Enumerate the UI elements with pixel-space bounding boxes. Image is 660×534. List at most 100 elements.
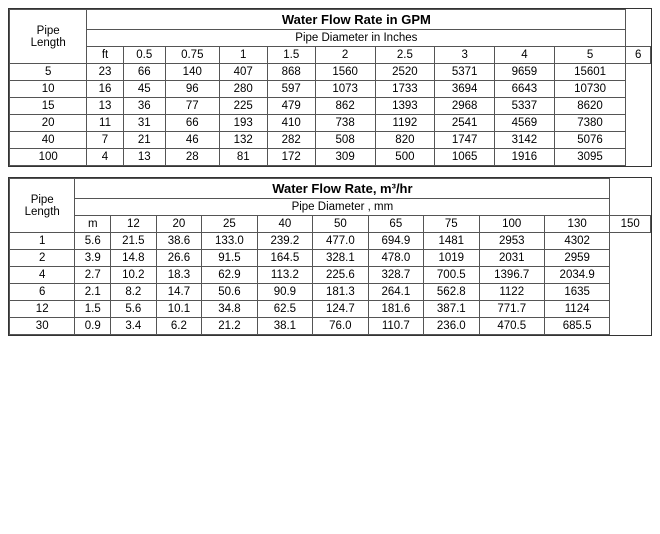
- table1-row-3-val-3: 193: [219, 115, 267, 132]
- table1-row-5-val-9: 3095: [554, 149, 625, 166]
- table2-row-1-val-3: 91.5: [202, 250, 257, 267]
- table2-cols-row: m12202540506575100130150: [10, 216, 651, 233]
- table1-row-4-val-8: 3142: [495, 132, 555, 149]
- table2-row-5-val-8: 470.5: [479, 318, 544, 335]
- table1-row-4-val-5: 508: [315, 132, 375, 149]
- table-row: 1004132881172309500106519163095: [10, 149, 651, 166]
- table1-row-4-val-4: 282: [267, 132, 315, 149]
- table2-row-4-val-4: 62.5: [257, 301, 312, 318]
- table2-row-3-val-4: 90.9: [257, 284, 312, 301]
- table-row: 10164596280597107317333694664310730: [10, 81, 651, 98]
- table1-row-0-val-1: 66: [123, 64, 165, 81]
- table2-row-4-val-3: 34.8: [202, 301, 257, 318]
- table2-row-1-label: 2: [10, 250, 75, 267]
- table1-row-3-val-1: 31: [123, 115, 165, 132]
- table2-col-3: 40: [257, 216, 312, 233]
- table2-col-4: 50: [313, 216, 368, 233]
- table2-subheader-row: Pipe Diameter , mm: [10, 199, 651, 216]
- table1-row-2-val-5: 862: [315, 98, 375, 115]
- table2-row-5-val-4: 38.1: [257, 318, 312, 335]
- table1-row-5-val-5: 309: [315, 149, 375, 166]
- table1-col-1: 0.75: [165, 47, 219, 64]
- table1-row-5-val-0: 4: [87, 149, 123, 166]
- table-row: 42.710.218.362.9113.2225.6328.7700.51396…: [10, 267, 651, 284]
- table2-row-2-val-9: 2034.9: [544, 267, 609, 284]
- table2-col-1: 20: [156, 216, 202, 233]
- table1-row-0-val-0: 23: [87, 64, 123, 81]
- table2-row-4-val-1: 5.6: [111, 301, 157, 318]
- table1-row-4-val-1: 21: [123, 132, 165, 149]
- table1-row-2-val-7: 2968: [435, 98, 495, 115]
- table1-row-0-val-8: 9659: [495, 64, 555, 81]
- table2-row-1-val-9: 2959: [544, 250, 609, 267]
- table2-row-4-val-9: 1124: [544, 301, 609, 318]
- table2-row-4-val-8: 771.7: [479, 301, 544, 318]
- table1-row-1-val-7: 3694: [435, 81, 495, 98]
- table2-row-3-val-8: 1122: [479, 284, 544, 301]
- table1-row-0-val-4: 868: [267, 64, 315, 81]
- table2-row-5-val-0: 0.9: [75, 318, 111, 335]
- table2-row-5-val-2: 6.2: [156, 318, 202, 335]
- table2-row-3-label: 6: [10, 284, 75, 301]
- table1-row-5-val-2: 28: [165, 149, 219, 166]
- table-row: 52366140407868156025205371965915601: [10, 64, 651, 81]
- table1-row-0-val-7: 5371: [435, 64, 495, 81]
- table-row: 23.914.826.691.5164.5328.1478.0101920312…: [10, 250, 651, 267]
- table1-row-2-val-0: 13: [87, 98, 123, 115]
- table2-row-2-val-4: 113.2: [257, 267, 312, 284]
- table1-row-1-label: 10: [10, 81, 87, 98]
- table2-row-0-label: 1: [10, 233, 75, 250]
- table2-row-1-val-6: 478.0: [368, 250, 423, 267]
- table2-row-0-val-5: 477.0: [313, 233, 368, 250]
- table2-row-5-val-1: 3.4: [111, 318, 157, 335]
- table1-row-3-val-4: 410: [267, 115, 315, 132]
- table1-row-3-val-2: 66: [165, 115, 219, 132]
- table1-row-1-val-0: 16: [87, 81, 123, 98]
- table2-row-3-val-2: 14.7: [156, 284, 202, 301]
- table1-col-0: 0.5: [123, 47, 165, 64]
- table1-row-0-label: 5: [10, 64, 87, 81]
- table2-row-2-val-2: 18.3: [156, 267, 202, 284]
- table1-row-2-val-4: 479: [267, 98, 315, 115]
- table2-row-2-val-6: 328.7: [368, 267, 423, 284]
- table1-row-3-val-8: 4569: [495, 115, 555, 132]
- table1-header-row: PipeLengthWater Flow Rate in GPM: [10, 10, 651, 30]
- table1-row-4-val-0: 7: [87, 132, 123, 149]
- table2-header-row: PipeLengthWater Flow Rate, m³/hr: [10, 179, 651, 199]
- table2-row-2-val-3: 62.9: [202, 267, 257, 284]
- table2-row-4-val-2: 10.1: [156, 301, 202, 318]
- table1-col-8: 5: [554, 47, 625, 64]
- table2-pipe-label: PipeLength: [10, 179, 75, 233]
- table2-row-1-val-2: 26.6: [156, 250, 202, 267]
- table1-row-1-val-2: 96: [165, 81, 219, 98]
- table2-row-0-val-0: 5.6: [75, 233, 111, 250]
- table-row: 15.621.538.6133.0239.2477.0694.914812953…: [10, 233, 651, 250]
- table1-row-4-val-2: 46: [165, 132, 219, 149]
- table1-col-label: Pipe Diameter in Inches: [87, 30, 626, 47]
- table1-row-5-label: 100: [10, 149, 87, 166]
- table2-row-2-val-1: 10.2: [111, 267, 157, 284]
- table1-row-1-val-1: 45: [123, 81, 165, 98]
- table1-row-2-val-3: 225: [219, 98, 267, 115]
- table1-cols-row: ft0.50.7511.522.53456: [10, 47, 651, 64]
- table2-row-5-val-6: 110.7: [368, 318, 423, 335]
- table1-col-9: 6: [626, 47, 651, 64]
- table2-row-2-val-5: 225.6: [313, 267, 368, 284]
- table2-row-5-val-3: 21.2: [202, 318, 257, 335]
- table1-row-4-val-7: 1747: [435, 132, 495, 149]
- table1-row-2-val-8: 5337: [495, 98, 555, 115]
- table1-row-5-val-7: 1065: [435, 149, 495, 166]
- table1-col-5: 2.5: [375, 47, 435, 64]
- table2-row-4-val-7: 387.1: [424, 301, 479, 318]
- table1-col-6: 3: [435, 47, 495, 64]
- table2-col-0: 12: [111, 216, 157, 233]
- table2-row-0-val-2: 38.6: [156, 233, 202, 250]
- table2-row-2-val-0: 2.7: [75, 267, 111, 284]
- table2-wrapper: PipeLengthWater Flow Rate, m³/hrPipe Dia…: [8, 177, 652, 336]
- table2-row-3-val-3: 50.6: [202, 284, 257, 301]
- table2-row-4-val-5: 124.7: [313, 301, 368, 318]
- table2-row-0-val-4: 239.2: [257, 233, 312, 250]
- table2-row-0-val-7: 1481: [424, 233, 479, 250]
- table2-row-3-val-1: 8.2: [111, 284, 157, 301]
- table2-row-3-val-6: 264.1: [368, 284, 423, 301]
